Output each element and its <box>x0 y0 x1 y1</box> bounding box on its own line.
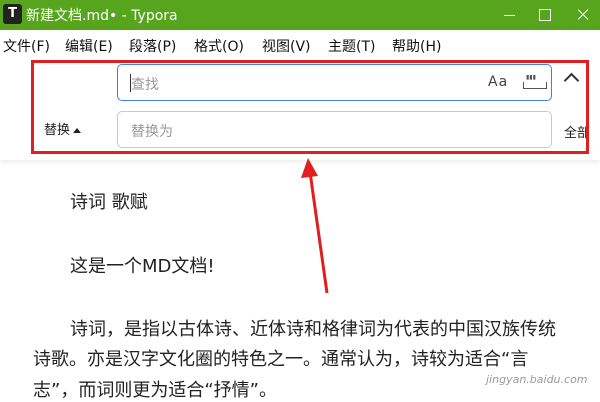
watermark: jingyan.baidu.com <box>486 373 588 386</box>
annotation-arrow <box>301 158 329 294</box>
